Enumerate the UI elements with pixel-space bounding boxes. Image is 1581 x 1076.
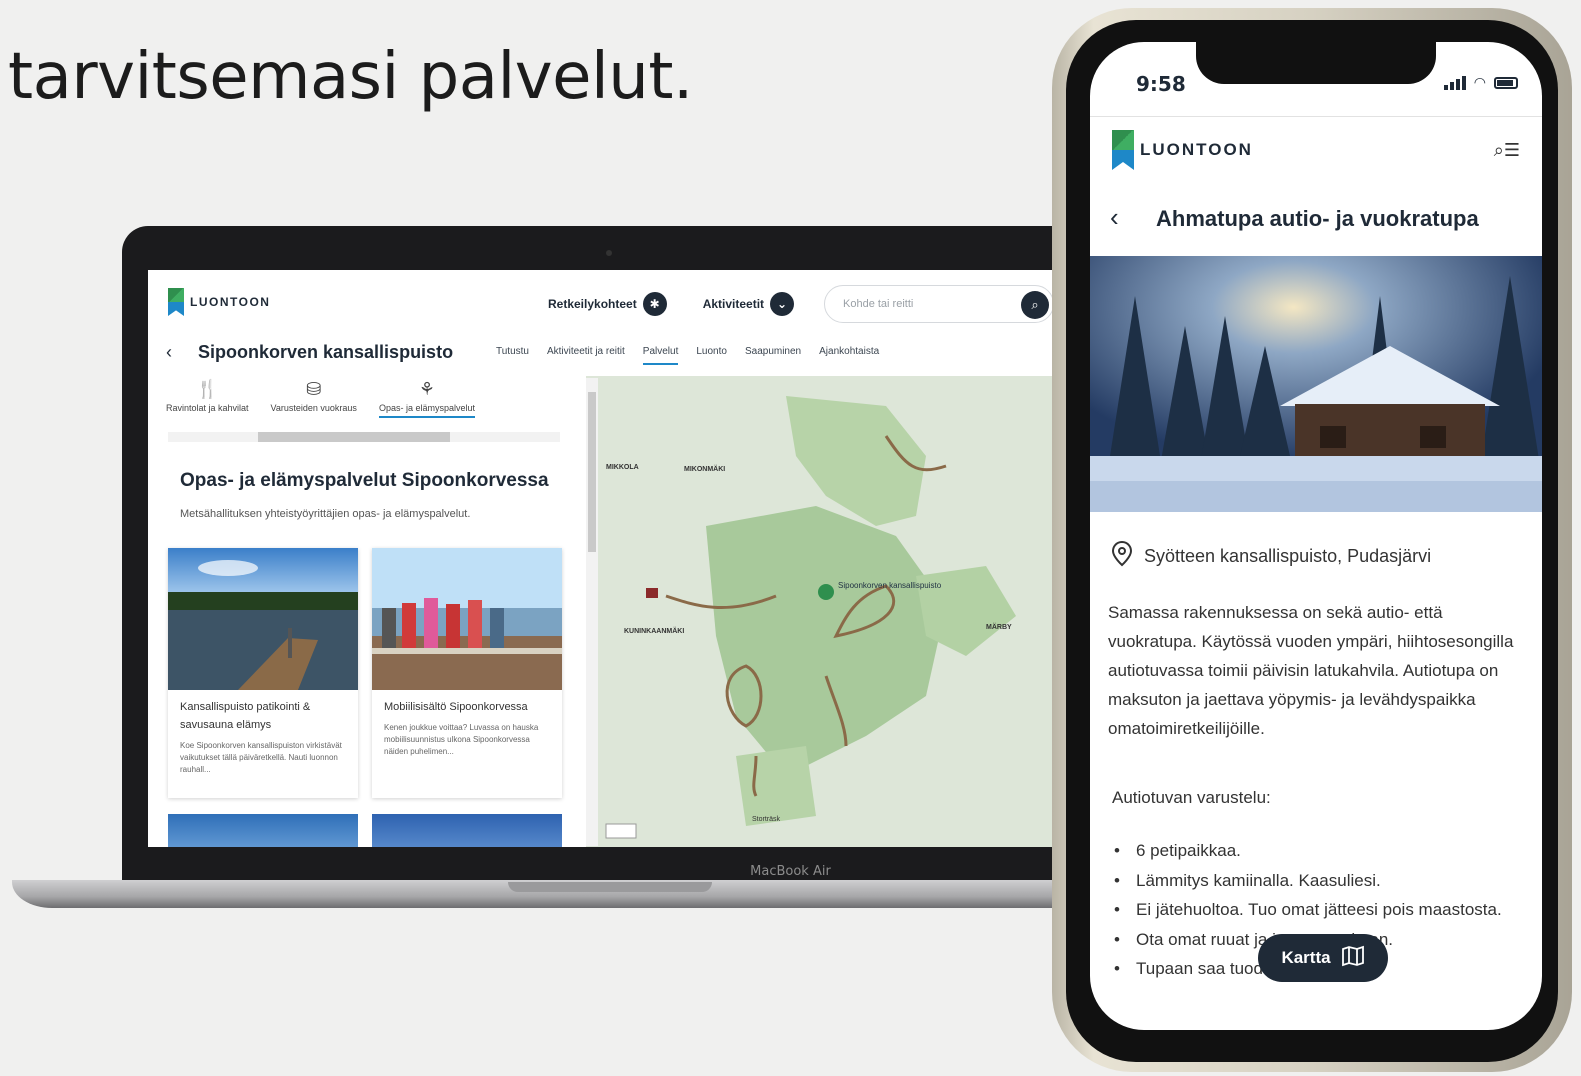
card-title: Kansallispuisto patikointi & savusauna e…: [180, 701, 311, 731]
logo-text: LUONTOON: [1140, 140, 1253, 159]
site-logo[interactable]: LUONTOON: [168, 288, 270, 316]
service-categories: 🍴 Ravintolat ja kahvilat ⛁ Varusteiden v…: [166, 380, 566, 418]
list-item: Ei jätehuoltoa. Tuo omat jätteesi pois m…: [1114, 895, 1534, 925]
nav-label: Retkeilykohteet: [548, 297, 637, 311]
group-photo-image: [372, 548, 562, 690]
logo-mark-icon: [168, 288, 184, 316]
section-title: Opas- ja elämyspalvelut Sipoonkorvessa: [180, 470, 549, 491]
nav-retkeilykohteet[interactable]: Retkeilykohteet ✱: [548, 292, 667, 316]
logo-mark-icon: [1112, 130, 1134, 170]
nav-aktiviteetit[interactable]: Aktiviteetit ⌄: [702, 292, 795, 316]
park-tabs: Tutustu Aktiviteetit ja reitit Palvelut …: [496, 346, 879, 365]
phone-notch: [1196, 42, 1436, 84]
battery-icon: [1494, 76, 1518, 89]
park-title: Sipoonkorven kansallispuisto: [198, 342, 454, 362]
logo-text: LUONTOON: [190, 295, 271, 309]
phone-screen: 9:58 ◠ LUONTOON ⌕☰ ‹ Ahmatupa autio- ja …: [1090, 42, 1542, 1030]
search-icon[interactable]: ⌕: [1021, 291, 1049, 319]
compass-icon: ✱: [642, 292, 667, 316]
laptop-screen: LUONTOON Retkeilykohteet ✱ Aktiviteetit …: [148, 270, 1088, 847]
lake-pier-image: [168, 548, 358, 690]
description-text: Samassa rakennuksessa on sekä autio- ett…: [1108, 603, 1514, 738]
service-card[interactable]: Kansallispuisto patikointi & savusauna e…: [168, 548, 358, 798]
list-item: Lämmitys kamiinalla. Kaasuliesi.: [1114, 866, 1534, 896]
map-label: Storträsk: [752, 816, 781, 823]
signal-icon: [1443, 75, 1466, 90]
category-label: Ravintolat ja kahvilat: [166, 403, 249, 413]
site-header: LUONTOON Retkeilykohteet ✱ Aktiviteetit …: [148, 270, 1088, 334]
map-label: MIKONMÄKI: [684, 466, 726, 473]
section-description: Metsähallituksen yhteistyöyrittäjien opa…: [180, 508, 471, 520]
map-button[interactable]: Kartta: [1258, 934, 1388, 982]
tab-saapuminen[interactable]: Saapuminen: [745, 346, 801, 365]
laptop-base-notch: [508, 882, 712, 892]
scrollbar-thumb[interactable]: [588, 392, 596, 552]
page-title: Ahmatupa autio- ja vuokratupa: [1156, 206, 1479, 231]
location-pin-icon: [1110, 540, 1134, 573]
location-row: Syötteen kansallispuisto, Pudasjärvi: [1110, 540, 1431, 573]
search-input[interactable]: Kohde tai reitti ⌕: [824, 285, 1054, 323]
tab-palvelut[interactable]: Palvelut: [642, 346, 679, 365]
tab-ajankohtaista[interactable]: Ajankohtaista: [819, 346, 879, 365]
category-ravintolat[interactable]: 🍴 Ravintolat ja kahvilat: [166, 380, 249, 418]
tab-luonto[interactable]: Luonto: [696, 346, 727, 365]
map-label: Sipoonkorven kansallispuisto: [838, 581, 942, 590]
back-icon[interactable]: ‹: [166, 342, 172, 363]
nav-label: Aktiviteetit: [702, 297, 765, 311]
location-text: Syötteen kansallispuisto, Pudasjärvi: [1144, 546, 1432, 566]
map-label: MÄRBY: [986, 624, 1012, 631]
category-label: Varusteiden vuokraus: [270, 403, 357, 413]
category-scrollbar[interactable]: [168, 432, 560, 442]
chevron-down-icon: ⌄: [770, 292, 795, 316]
list-scrollbar[interactable]: [586, 378, 598, 846]
equipment-heading: Autiotuvan varustelu:: [1112, 788, 1271, 807]
page-headline: tarvitsemasi palvelut.: [8, 40, 693, 114]
tab-aktiviteetit[interactable]: Aktiviteetit ja reitit: [547, 346, 625, 365]
guide-icon: ⚘: [418, 379, 436, 399]
search-placeholder: Kohde tai reitti: [843, 298, 914, 310]
map-label: KUNINKAANMÄKI: [624, 628, 685, 635]
card-title: Mobiilisisältö Sipoonkorvessa: [384, 701, 528, 713]
cabin-photo: [1090, 256, 1542, 512]
category-vuokraus[interactable]: ⛁ Varusteiden vuokraus: [271, 380, 357, 418]
map-icon: [1341, 945, 1365, 972]
site-logo[interactable]: LUONTOON: [1112, 130, 1253, 170]
service-card-partial[interactable]: [168, 814, 358, 847]
back-icon[interactable]: ‹: [1110, 202, 1119, 233]
rental-icon: ⛁: [306, 379, 322, 399]
status-icons: ◠: [1443, 74, 1518, 91]
list-item: 6 petipaikkaa.: [1114, 836, 1534, 866]
map-label: MIKKOLA: [606, 464, 639, 471]
park-map[interactable]: MIKKOLA MIKONMÄKI Sipoonkorven kansallis…: [586, 376, 1088, 847]
map-button-label: Kartta: [1281, 948, 1331, 967]
card-text: Koe Sipoonkorven kansallispuiston virkis…: [180, 741, 342, 774]
main-nav: Retkeilykohteet ✱ Aktiviteetit ⌄: [548, 292, 795, 316]
header-divider: [1090, 116, 1542, 117]
category-label: Opas- ja elämyspalvelut: [378, 403, 475, 418]
search-menu-icon[interactable]: ⌕☰: [1494, 140, 1520, 161]
cutlery-icon: 🍴: [196, 379, 219, 399]
wifi-icon: ◠: [1473, 74, 1486, 90]
service-card-partial[interactable]: [372, 814, 562, 847]
service-card[interactable]: Mobiilisisältö Sipoonkorvessa Kenen jouk…: [372, 548, 562, 798]
tab-tutustu[interactable]: Tutustu: [496, 346, 529, 365]
category-opaspalvelut[interactable]: ⚘ Opas- ja elämyspalvelut: [378, 379, 475, 418]
card-text: Kenen joukkue voittaa? Luvassa on hauska…: [384, 723, 539, 756]
status-time: 9:58: [1136, 72, 1186, 96]
laptop-camera: [606, 250, 612, 256]
scrollbar-thumb[interactable]: [258, 432, 450, 442]
